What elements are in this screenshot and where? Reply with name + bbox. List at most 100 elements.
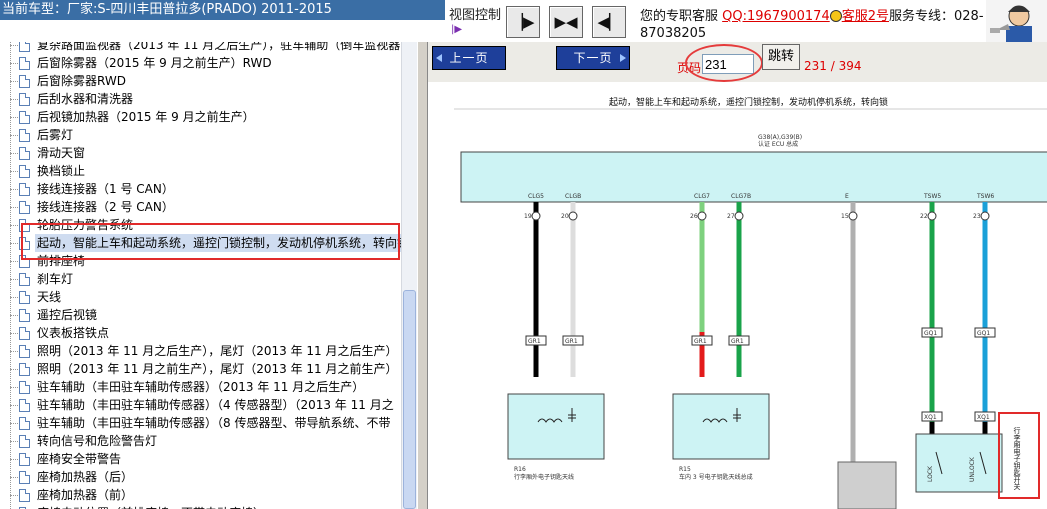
page-nav-bar: 上一页 下一页 页码 跳转 231 / 394 [428, 42, 1047, 82]
tree-connector [10, 495, 18, 496]
document-icon [19, 309, 30, 322]
connector-label: GQ1 [924, 330, 937, 337]
lock-label: LOCK [927, 465, 934, 482]
qq-link[interactable]: QQ:1967900174 [722, 9, 830, 24]
view-button-center[interactable]: ▶◀ [549, 6, 583, 38]
tree-connector [10, 279, 18, 280]
tree-item[interactable]: 转向信号和危险警告灯 [10, 432, 405, 450]
tree-connector [10, 225, 18, 226]
tree-connector [10, 135, 18, 136]
tree-item-label: 驻车辅助（丰田驻车辅助传感器）（4 传感器型）（2013 年 11 月之 [37, 398, 394, 412]
tree-item[interactable]: 驻车辅助（丰田驻车辅助传感器）（8 传感器型、带导航系统、不带 [10, 414, 405, 432]
tree-item-label: 换档锁止 [37, 164, 86, 178]
tree-item[interactable]: 座椅安全带警告 [10, 450, 405, 468]
tree-item[interactable]: 座椅加热器（前） [10, 486, 405, 504]
pane-splitter[interactable] [417, 42, 428, 509]
tree-scrollbar-thumb[interactable] [403, 290, 416, 509]
tree-item[interactable]: 后窗除雾器RWD [10, 72, 405, 90]
tree-item[interactable]: 驻车辅助（丰田驻车辅助传感器）（2013 年 11 月之后生产） [10, 378, 405, 396]
qq-icon [829, 10, 842, 22]
tree-item-label: 接线连接器（1 号 CAN） [37, 182, 174, 196]
tree-item[interactable]: 座椅电动位置（前排座椅，不带电动座椅） [10, 504, 405, 509]
tree-item-label: 接线连接器（2 号 CAN） [37, 200, 174, 214]
pin-marker [568, 211, 578, 221]
pin-name: CLG7 [694, 193, 710, 200]
tree-item[interactable]: 天线 [10, 288, 405, 306]
view-button-right[interactable]: ▕▶ [506, 6, 540, 38]
document-icon [19, 489, 30, 502]
pin-name: CLGB [565, 193, 581, 200]
document-icon [19, 327, 30, 340]
tree-item[interactable]: 照明（2013 年 11 月之后生产），尾灯（2013 年 11 月之后生产） [10, 342, 405, 360]
tree-item-label: 后刮水器和清洗器 [37, 92, 134, 106]
tree-connector [10, 207, 18, 208]
tree-connector [10, 63, 18, 64]
tree-connector [10, 423, 18, 424]
arrow-right-icon [620, 54, 626, 62]
tree-item[interactable]: 驻车辅助（丰田驻车辅助传感器）（4 传感器型）（2013 年 11 月之 [10, 396, 405, 414]
tree-item[interactable]: 照明（2013 年 11 月之前生产），尾灯（2013 年 11 月之前生产） [10, 360, 405, 378]
prev-page-button[interactable]: 上一页 [432, 46, 506, 70]
tree-connector [10, 477, 18, 478]
tree-scrollbar[interactable] [401, 42, 417, 509]
next-page-button[interactable]: 下一页 [556, 46, 630, 70]
pin-number: 26 [690, 213, 698, 220]
switch-label: 行李厢电子钥匙开关 [1013, 427, 1021, 490]
tree-item[interactable]: 滑动天窗 [10, 144, 405, 162]
tree-item[interactable]: 后视镜加热器（2015 年 9 月之前生产） [10, 108, 405, 126]
tree-item-label: 座椅安全带警告 [37, 452, 122, 466]
tree-item[interactable]: 后窗除雾器（2015 年 9 月之前生产）RWD [10, 54, 405, 72]
tree-connector [10, 99, 18, 100]
document-icon [19, 147, 30, 160]
arrow-left-bar-icon: ◀▏ [597, 13, 621, 31]
tree-item[interactable]: 座椅加热器（后） [10, 468, 405, 486]
tree-connector [10, 261, 18, 262]
pin-marker [927, 211, 937, 221]
pin-name: TSW6 [976, 193, 994, 200]
tree-item-label: 后窗除雾器RWD [37, 74, 126, 88]
pin-number: 27 [727, 213, 735, 220]
pin-number: 23 [973, 213, 981, 220]
arrow-left-icon [436, 54, 442, 62]
tree-item[interactable]: 遥控后视镜 [10, 306, 405, 324]
tree-item[interactable]: 接线连接器（2 号 CAN） [10, 198, 405, 216]
service2-link[interactable]: 客服2号 [842, 9, 889, 24]
pin-marker [848, 211, 858, 221]
tree-connector [10, 459, 18, 460]
pin-name: E [845, 193, 849, 200]
document-icon [19, 273, 30, 286]
connector-label: XQ1 [924, 414, 937, 421]
unlock-label: UNLOCK [969, 456, 976, 482]
tree-item-label: 照明（2013 年 11 月之后生产），尾灯（2013 年 11 月之后生产） [37, 344, 398, 358]
selected-item-highlight-box [21, 223, 400, 260]
tree-item[interactable]: 复杂路面监视器（2013 年 11 月之后生产），驻车辅助（倒车监视器 [10, 42, 405, 54]
tree-connector [10, 441, 18, 442]
wiring-diagram-canvas: G38(A),G39(B) 认证 ECU 总成 CLG5 19 CLGB 20 CLG7… [454, 108, 1047, 509]
tree-item[interactable]: 后雾灯 [10, 126, 405, 144]
tree-item[interactable]: 换档锁止 [10, 162, 405, 180]
pin-marker [980, 211, 990, 221]
tree-connector [10, 243, 18, 244]
prev-page-label: 上一页 [449, 51, 489, 65]
tree-connector [10, 153, 18, 154]
document-icon [19, 165, 30, 178]
tree-item[interactable]: 后刮水器和清洗器 [10, 90, 405, 108]
lock-switch-block [915, 433, 1003, 493]
document-icon [19, 435, 30, 448]
tree-item-label: 仪表板搭铁点 [37, 326, 110, 340]
tree-item[interactable]: 刹车灯 [10, 270, 405, 288]
tree-item-label: 驻车辅助（丰田驻车辅助传感器）（2013 年 11 月之后生产） [37, 380, 365, 394]
connector-label: GR1 [694, 338, 707, 345]
ecu-block [460, 151, 1047, 203]
tree-item[interactable]: 仪表板搭铁点 [10, 324, 405, 342]
view-mode-icon[interactable]: |▶ [451, 24, 467, 36]
document-icon [19, 381, 30, 394]
document-icon [19, 345, 30, 358]
pin-number: 15 [841, 213, 849, 220]
tree-item-label: 后窗除雾器（2015 年 9 月之前生产）RWD [37, 56, 272, 70]
tree-item[interactable]: 接线连接器（1 号 CAN） [10, 180, 405, 198]
tree-connector [10, 171, 18, 172]
next-page-label: 下一页 [573, 51, 613, 65]
view-button-left[interactable]: ◀▏ [592, 6, 626, 38]
jump-button[interactable]: 跳转 [762, 44, 800, 70]
